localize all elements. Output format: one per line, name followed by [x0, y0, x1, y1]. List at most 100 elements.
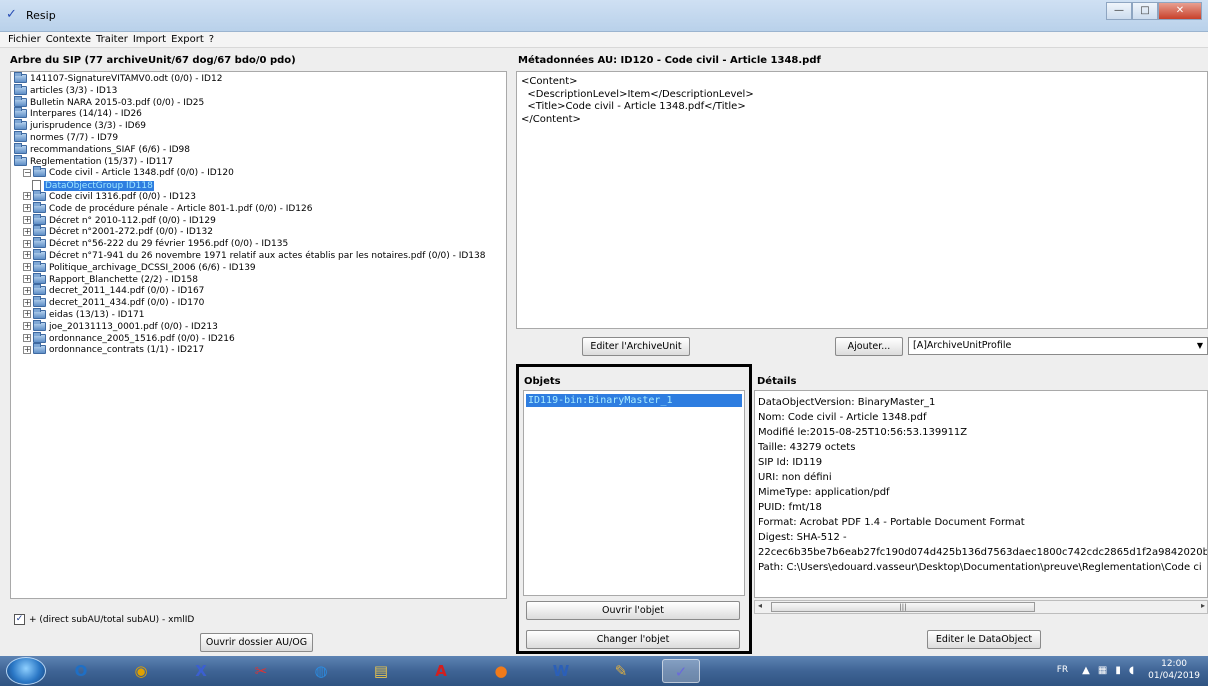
expand-icon[interactable]: + [23, 322, 31, 331]
add-button[interactable]: Ajouter... [835, 337, 903, 356]
tree-node-label: Code civil 1316.pdf (0/0) - ID123 [49, 191, 196, 202]
tree-node[interactable]: 141107-SignatureVITAMV0.odt (0/0) - ID12 [14, 72, 503, 86]
menu-fichier[interactable]: Fichier [8, 34, 41, 45]
language-indicator[interactable]: FR [1057, 665, 1068, 675]
expand-icon[interactable]: + [23, 298, 31, 307]
network-icon[interactable]: ◍ [302, 659, 340, 683]
sip-tree-title: Arbre du SIP (77 archiveUnit/67 dog/67 b… [10, 55, 296, 66]
tree-node-label: decret_2011_434.pdf (0/0) - ID170 [49, 298, 205, 309]
chevron-down-icon: ▼ [1196, 341, 1203, 350]
expand-icon[interactable]: + [23, 345, 31, 354]
expand-icon[interactable]: + [23, 310, 31, 319]
folder-icon [14, 142, 27, 154]
paint-icon[interactable]: ✎ [602, 659, 640, 683]
tree-node[interactable]: Reglementation (15/37) - ID117 [14, 154, 503, 169]
start-button[interactable] [6, 657, 46, 685]
tree-node[interactable]: + Politique_archivage_DCSSI_2006 (6/6) - … [14, 260, 503, 275]
chrome-icon[interactable]: ◉ [122, 659, 160, 683]
edit-dataobject-button[interactable]: Editer le DataObject [927, 630, 1041, 649]
tree-node[interactable]: + joe_20131113_0001.pdf (0/0) - ID213 [14, 319, 503, 334]
firefox-icon[interactable]: ● [482, 659, 520, 683]
open-object-button[interactable]: Ouvrir l'objet [526, 601, 740, 620]
tree-node[interactable]: + eidas (13/13) - ID171 [14, 307, 503, 322]
tree-node[interactable]: DataObjectGroup ID118 [14, 180, 503, 192]
tree-node-label: Code civil - Article 1348.pdf (0/0) - ID… [49, 168, 234, 179]
add-type-select[interactable]: [A]ArchiveUnitProfile ▼ [908, 337, 1208, 355]
edit-archiveunit-button[interactable]: Editer l'ArchiveUnit [582, 337, 690, 356]
resip-icon[interactable]: ✓ [662, 659, 700, 683]
resip-app-icon: ✓ [6, 7, 17, 22]
expand-icon[interactable]: + [23, 286, 31, 295]
menu-import[interactable]: Import [133, 34, 166, 45]
close-button[interactable]: ✕ [1158, 2, 1202, 20]
open-folder-button[interactable]: Ouvrir dossier AU/OG [200, 633, 313, 652]
scroll-thumb[interactable]: ||| [771, 602, 1035, 612]
expand-icon[interactable]: + [23, 227, 31, 236]
expand-icon[interactable]: + [23, 334, 31, 343]
menu-traiter[interactable]: Traiter [96, 34, 128, 45]
xmlid-checkbox[interactable]: ✓ [14, 614, 25, 625]
expand-icon[interactable]: + [23, 216, 31, 225]
maximize-button[interactable]: □ [1132, 2, 1158, 20]
objets-list[interactable]: ID119-bin:BinaryMaster_1 [523, 390, 745, 596]
expand-icon[interactable]: + [23, 263, 31, 272]
scroll-right-icon[interactable]: ▸ [1201, 601, 1205, 610]
volume-icon[interactable]: ◖ [1129, 665, 1134, 676]
tree-node[interactable]: + Code civil 1316.pdf (0/0) - ID123 [14, 189, 503, 204]
sip-tree[interactable]: 141107-SignatureVITAMV0.odt (0/0) - ID12… [10, 71, 507, 599]
details-title: Détails [757, 376, 797, 387]
menu-help[interactable]: ? [209, 34, 214, 45]
tree-node[interactable]: normes (7/7) - ID79 [14, 130, 503, 145]
tree-node[interactable]: + decret_2011_144.pdf (0/0) - ID167 [14, 284, 503, 298]
expand-icon[interactable]: + [23, 204, 31, 213]
menu-export[interactable]: Export [171, 34, 204, 45]
outlook-icon[interactable]: O [62, 659, 100, 683]
tree-node[interactable]: articles (3/3) - ID13 [14, 83, 503, 98]
tree-node[interactable]: + Décret n° 2010-112.pdf (0/0) - ID129 [14, 213, 503, 228]
expand-icon[interactable]: + [23, 239, 31, 248]
clock[interactable]: 12:00 01/04/2019 [1148, 658, 1200, 682]
tree-node-label: ordonnance_2005_1516.pdf (0/0) - ID216 [49, 333, 235, 344]
tree-node[interactable]: Bulletin NARA 2015-03.pdf (0/0) - ID25 [14, 95, 503, 110]
details-horizontal-scrollbar[interactable]: ◂ ||| ▸ [754, 600, 1208, 614]
acrobat-icon[interactable]: A [422, 659, 460, 683]
word-icon[interactable]: W [542, 659, 580, 683]
tray-expand-icon[interactable]: ▲ [1082, 665, 1090, 676]
tree-node[interactable]: + Rapport_Blanchette (2/2) - ID158 [14, 272, 503, 287]
file-explorer-icon[interactable]: ▤ [362, 659, 400, 683]
tree-node[interactable]: jurisprudence (3/3) - ID69 [14, 119, 503, 133]
folder-icon [33, 272, 46, 284]
minimize-button[interactable]: — [1106, 2, 1132, 20]
objets-title: Objets [524, 376, 561, 387]
details-text[interactable]: DataObjectVersion: BinaryMaster_1 Nom: Co… [754, 390, 1208, 598]
tree-node[interactable]: + ordonnance_contrats (1/1) - ID217 [14, 343, 503, 357]
tree-node-label: DataObjectGroup ID118 [44, 181, 154, 192]
expand-icon[interactable]: + [23, 275, 31, 284]
objet-item-selected[interactable]: ID119-bin:BinaryMaster_1 [526, 394, 742, 407]
tree-node-label: Décret n° 2010-112.pdf (0/0) - ID129 [49, 215, 216, 226]
expand-icon[interactable]: + [23, 192, 31, 201]
tree-node[interactable]: + Décret n°56-222 du 29 février 1956.pdf … [14, 237, 503, 251]
tree-node[interactable]: recommandations_SIAF (6/6) - ID98 [14, 142, 503, 157]
menu-contexte[interactable]: Contexte [46, 34, 91, 45]
scroll-left-icon[interactable]: ◂ [758, 601, 762, 610]
tree-node-label: joe_20131113_0001.pdf (0/0) - ID213 [49, 321, 218, 332]
tree-node[interactable]: + decret_2011_434.pdf (0/0) - ID170 [14, 296, 503, 310]
collapse-icon[interactable]: − [23, 168, 31, 177]
tree-node[interactable]: + ordonnance_2005_1516.pdf (0/0) - ID216 [14, 331, 503, 346]
detail-line: Format: Acrobat PDF 1.4 - Portable Docum… [758, 517, 1025, 528]
snipping-tool-icon[interactable]: ✂ [242, 659, 280, 683]
xmlid-option[interactable]: ✓ + (direct subAU/total subAU) - xmlID [14, 614, 194, 625]
signal-icon[interactable]: ▮ [1115, 665, 1121, 676]
tree-node[interactable]: + Décret n°71-941 du 26 novembre 1971 rel… [14, 248, 503, 263]
tree-node[interactable]: − Code civil - Article 1348.pdf (0/0) - I… [14, 166, 503, 180]
tree-node[interactable]: + Code de procédure pénale - Article 801-… [14, 201, 503, 216]
tree-node[interactable]: Interpares (14/14) - ID26 [14, 107, 503, 121]
expand-icon[interactable]: + [23, 251, 31, 260]
change-object-button[interactable]: Changer l'objet [526, 630, 740, 649]
network-status-icon[interactable]: ▦ [1098, 665, 1107, 676]
metadata-editor[interactable]: <Content> <DescriptionLevel>Item</Descri… [516, 71, 1208, 329]
xmind-icon[interactable]: X [182, 659, 220, 683]
folder-icon [33, 213, 46, 225]
tree-node[interactable]: + Décret n°2001-272.pdf (0/0) - ID132 [14, 225, 503, 239]
